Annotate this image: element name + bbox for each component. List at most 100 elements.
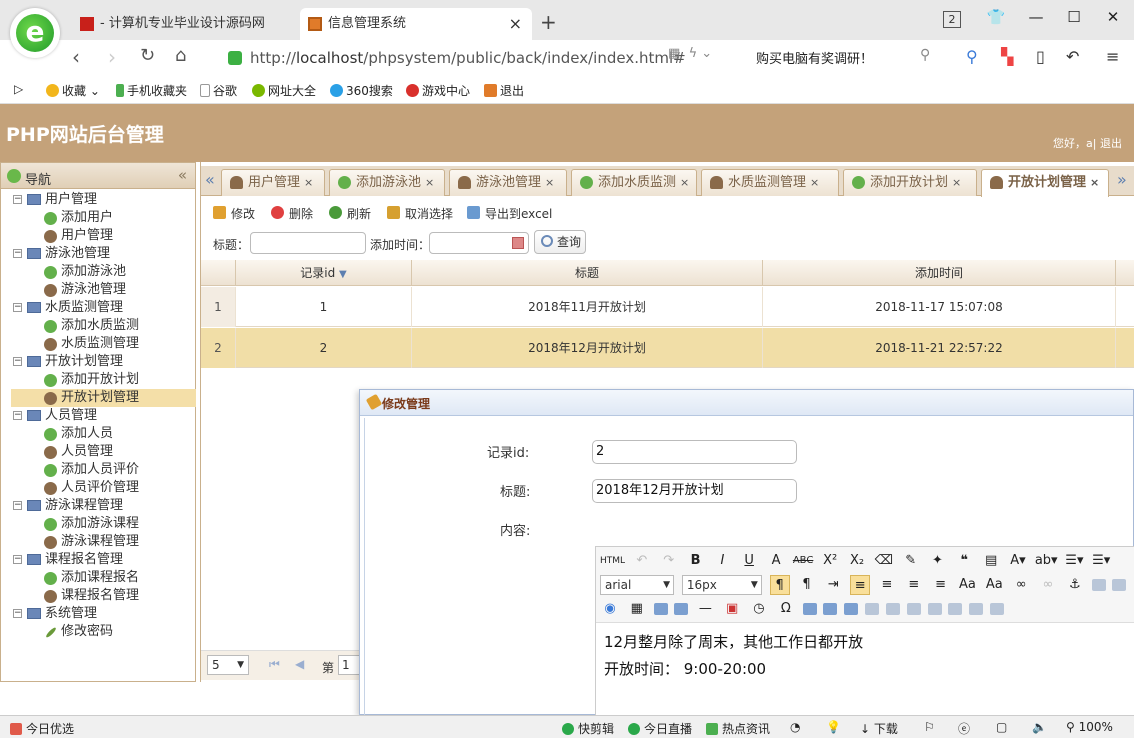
- nav-item[interactable]: 添加开放计划: [1, 371, 195, 389]
- expand-toggle-icon[interactable]: −: [13, 555, 22, 564]
- subscript-button[interactable]: X₂: [847, 551, 867, 571]
- align-center-icon[interactable]: ≡: [877, 575, 897, 595]
- url-input[interactable]: http://localhost/phpsystem/public/back/i…: [228, 46, 733, 70]
- collapse-left-icon[interactable]: «: [178, 166, 187, 184]
- reload-icon[interactable]: ↻: [140, 45, 155, 66]
- delete-button[interactable]: 删除: [271, 205, 313, 222]
- nav-group[interactable]: − 课程报名管理: [1, 551, 195, 569]
- search-blue-icon[interactable]: ⚲: [966, 47, 978, 66]
- close-window-icon[interactable]: ✕: [1101, 8, 1125, 26]
- maximize-icon[interactable]: ☐: [1062, 8, 1086, 26]
- id-input[interactable]: 2: [592, 440, 797, 464]
- unlink-icon[interactable]: ∞: [1038, 575, 1058, 595]
- nav-item[interactable]: 用户管理: [1, 227, 195, 245]
- table-row[interactable]: 1 1 2018年11月开放计划 2018-11-17 15:07:08: [201, 287, 1134, 327]
- font-color-icon[interactable]: A▾: [1008, 551, 1028, 571]
- font-border-icon[interactable]: A: [766, 551, 786, 571]
- mobile-icon[interactable]: ▯: [1036, 47, 1045, 66]
- close-tab-icon[interactable]: ×: [425, 176, 434, 189]
- prev-page-icon[interactable]: ◀: [295, 657, 304, 671]
- bookmark-google[interactable]: 谷歌: [200, 82, 237, 99]
- nav-group[interactable]: − 游泳课程管理: [1, 497, 195, 515]
- apps-grid-icon[interactable]: ▚: [1001, 47, 1013, 66]
- bookmark-360-search[interactable]: 360搜索: [330, 82, 393, 99]
- image-left-icon[interactable]: [1091, 579, 1106, 591]
- nav-item[interactable]: 添加人员评价: [1, 461, 195, 479]
- expand-toggle-icon[interactable]: −: [13, 501, 22, 510]
- insert-table-icon[interactable]: [844, 603, 859, 615]
- deselect-button[interactable]: 取消选择: [387, 205, 453, 222]
- qr-code-icon[interactable]: ▦: [668, 46, 680, 61]
- bookmark-game-center[interactable]: 游戏中心: [406, 82, 470, 99]
- zoom-level[interactable]: ⚲ 100%: [1066, 720, 1113, 734]
- nav-group[interactable]: − 游泳池管理: [1, 245, 195, 263]
- align-justify-icon[interactable]: ≡: [931, 575, 951, 595]
- time-filter-input[interactable]: [429, 232, 529, 254]
- today-picks[interactable]: 今日优选: [10, 720, 74, 737]
- map-icon[interactable]: [802, 603, 817, 615]
- window-icon[interactable]: ▢: [996, 720, 1007, 734]
- auto-format-icon[interactable]: ✦: [928, 551, 948, 571]
- ordered-list-icon[interactable]: ☰▾: [1064, 551, 1084, 571]
- expand-toggle-icon[interactable]: −: [13, 609, 22, 618]
- chevron-down-icon[interactable]: ⌄: [701, 46, 712, 61]
- edit-button[interactable]: 修改: [213, 205, 255, 222]
- nav-item[interactable]: 课程报名管理: [1, 587, 195, 605]
- nav-item[interactable]: 游泳池管理: [1, 281, 195, 299]
- flag-icon[interactable]: ⚐: [924, 720, 935, 734]
- paste-plain-icon[interactable]: ▤: [981, 551, 1001, 571]
- highlight-color-icon[interactable]: ab▾: [1035, 551, 1058, 571]
- delete-row-icon[interactable]: [885, 603, 900, 615]
- back-icon[interactable]: ‹: [72, 45, 80, 69]
- expand-toggle-icon[interactable]: −: [13, 195, 22, 204]
- editor-content[interactable]: 12月整月除了周末，其他工作日都开放 开放时间： 9:00-20:00: [596, 623, 1134, 689]
- menu-icon[interactable]: ≡: [1106, 47, 1119, 66]
- merge-cells-icon[interactable]: [948, 603, 963, 615]
- html-source-button[interactable]: HTML: [600, 551, 625, 571]
- close-tab-icon[interactable]: ×: [545, 176, 554, 189]
- calendar-icon[interactable]: [512, 237, 524, 249]
- sidebar-toggle-icon[interactable]: ▷: [14, 82, 23, 96]
- content-tab[interactable]: 添加水质监测 ×: [571, 169, 697, 196]
- nav-group[interactable]: − 人员管理: [1, 407, 195, 425]
- download[interactable]: ↓ 下载: [860, 720, 898, 737]
- nav-item[interactable]: 添加游泳池: [1, 263, 195, 281]
- title-filter-input[interactable]: [250, 232, 366, 254]
- align-left-icon[interactable]: ≡: [850, 575, 871, 595]
- image-icon[interactable]: ▦: [627, 599, 647, 619]
- hot-news[interactable]: 热点资讯: [706, 720, 770, 737]
- indent-icon[interactable]: ⇥: [823, 575, 843, 595]
- minimize-icon[interactable]: —: [1024, 8, 1048, 26]
- welcome-logout[interactable]: 您好，a| 退出: [1053, 135, 1122, 151]
- tabs-scroll-right-icon[interactable]: »: [1117, 170, 1127, 189]
- column-header-id[interactable]: 记录id ▼: [236, 260, 412, 286]
- search-suggestion[interactable]: 购买电脑有奖调研！: [756, 48, 873, 67]
- column-header-time[interactable]: 添加时间: [763, 260, 1116, 286]
- blockquote-icon[interactable]: ❝: [954, 551, 974, 571]
- video-icon[interactable]: [653, 603, 668, 615]
- dialog-header[interactable]: 修改管理: [360, 390, 1133, 416]
- ltr-icon[interactable]: ¶: [769, 575, 790, 595]
- delete-col-icon[interactable]: [927, 603, 942, 615]
- speed-icon[interactable]: ◔: [790, 720, 800, 734]
- expand-toggle-icon[interactable]: −: [13, 303, 22, 312]
- title-input[interactable]: 2018年12月开放计划: [592, 479, 797, 503]
- font-family-select[interactable]: arial ▼: [600, 575, 674, 595]
- nav-item[interactable]: 修改密码: [1, 623, 195, 641]
- lowercase-icon[interactable]: Aa: [984, 575, 1004, 595]
- nav-item[interactable]: 添加课程报名: [1, 569, 195, 587]
- close-tab-icon[interactable]: ×: [810, 176, 819, 189]
- tabs-scroll-left-icon[interactable]: «: [205, 170, 215, 189]
- nav-item[interactable]: 人员评价管理: [1, 479, 195, 497]
- rtl-icon[interactable]: ¶: [796, 575, 816, 595]
- bookmark-mobile[interactable]: 手机收藏夹: [116, 82, 187, 99]
- bookmark-favorites[interactable]: 收藏 ⌄: [46, 82, 100, 99]
- table-props-icon[interactable]: [990, 603, 1005, 615]
- close-tab-icon[interactable]: ×: [509, 8, 522, 40]
- browser-tab-source-site[interactable]: - 计算机专业毕业设计源码网: [72, 8, 298, 40]
- expand-toggle-icon[interactable]: −: [13, 249, 22, 258]
- attachment-icon[interactable]: [674, 603, 689, 615]
- close-tab-icon[interactable]: ×: [952, 176, 961, 189]
- today-live[interactable]: 今日直播: [628, 720, 692, 737]
- search-icon[interactable]: ⚲: [920, 47, 930, 63]
